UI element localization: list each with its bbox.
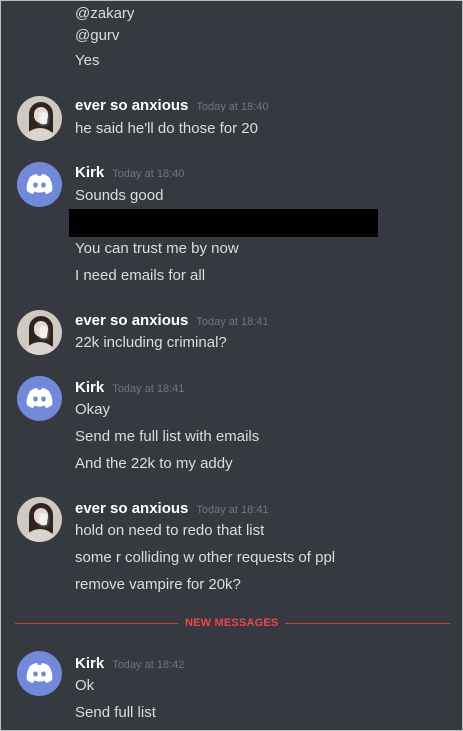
timestamp: Today at 18:41 (196, 316, 269, 328)
message-text: some r colliding w other requests of ppl (75, 549, 336, 566)
username[interactable]: Kirk (75, 655, 104, 672)
timestamp: Today at 18:42 (112, 659, 185, 671)
discord-logo-icon (26, 663, 53, 683)
message-text: And the 22k to my addy (75, 455, 233, 472)
user-avatar[interactable] (17, 96, 62, 141)
user-avatar[interactable] (17, 651, 62, 696)
user-avatar[interactable] (17, 376, 62, 421)
username[interactable]: ever so anxious (75, 312, 188, 329)
message-header: Kirk Today at 18:40 (75, 164, 184, 183)
timestamp: Today at 18:40 (196, 101, 269, 113)
message-text: hold on need to redo that list (75, 522, 265, 539)
message-text: You can trust me by now (75, 240, 239, 257)
message-text: Send full list (75, 704, 156, 721)
user-avatar[interactable] (17, 310, 62, 355)
username[interactable]: Kirk (75, 379, 104, 396)
message-header: Kirk Today at 18:41 (75, 379, 184, 398)
message-text: Sounds good (75, 187, 164, 204)
message-text: remove vampire for 20k? (75, 576, 241, 593)
message-text: Okay (75, 401, 111, 418)
message-text: 22k including criminal? (75, 334, 227, 351)
username[interactable]: Kirk (75, 164, 104, 181)
chat-message-list: @zakary @gurv Yes ever so anxious Today a… (0, 0, 463, 731)
discord-logo-icon (26, 388, 53, 408)
message-text: @gurv (75, 27, 120, 44)
timestamp: Today at 18:40 (112, 168, 185, 180)
message-header: ever so anxious Today at 18:41 (75, 500, 269, 519)
timestamp: Today at 18:41 (112, 383, 185, 395)
user-avatar[interactable] (17, 162, 62, 207)
discord-logo-icon (26, 174, 53, 194)
username[interactable]: ever so anxious (75, 500, 188, 517)
message-text: @zakary (75, 5, 135, 22)
new-messages-label: NEW MESSAGES (178, 616, 286, 630)
message-text: he said he'll do those for 20 (75, 120, 258, 137)
message-header: ever so anxious Today at 18:41 (75, 312, 269, 331)
username[interactable]: ever so anxious (75, 97, 188, 114)
message-text: I need emails for all (75, 267, 206, 284)
message-text: Send me full list with emails (75, 428, 260, 445)
message-header: ever so anxious Today at 18:40 (75, 97, 269, 116)
user-avatar[interactable] (17, 497, 62, 542)
message-text: Yes (75, 52, 100, 69)
redacted-block (69, 209, 378, 237)
message-text: Ok (75, 677, 95, 694)
message-header: Kirk Today at 18:42 (75, 655, 184, 674)
timestamp: Today at 18:41 (196, 504, 269, 516)
